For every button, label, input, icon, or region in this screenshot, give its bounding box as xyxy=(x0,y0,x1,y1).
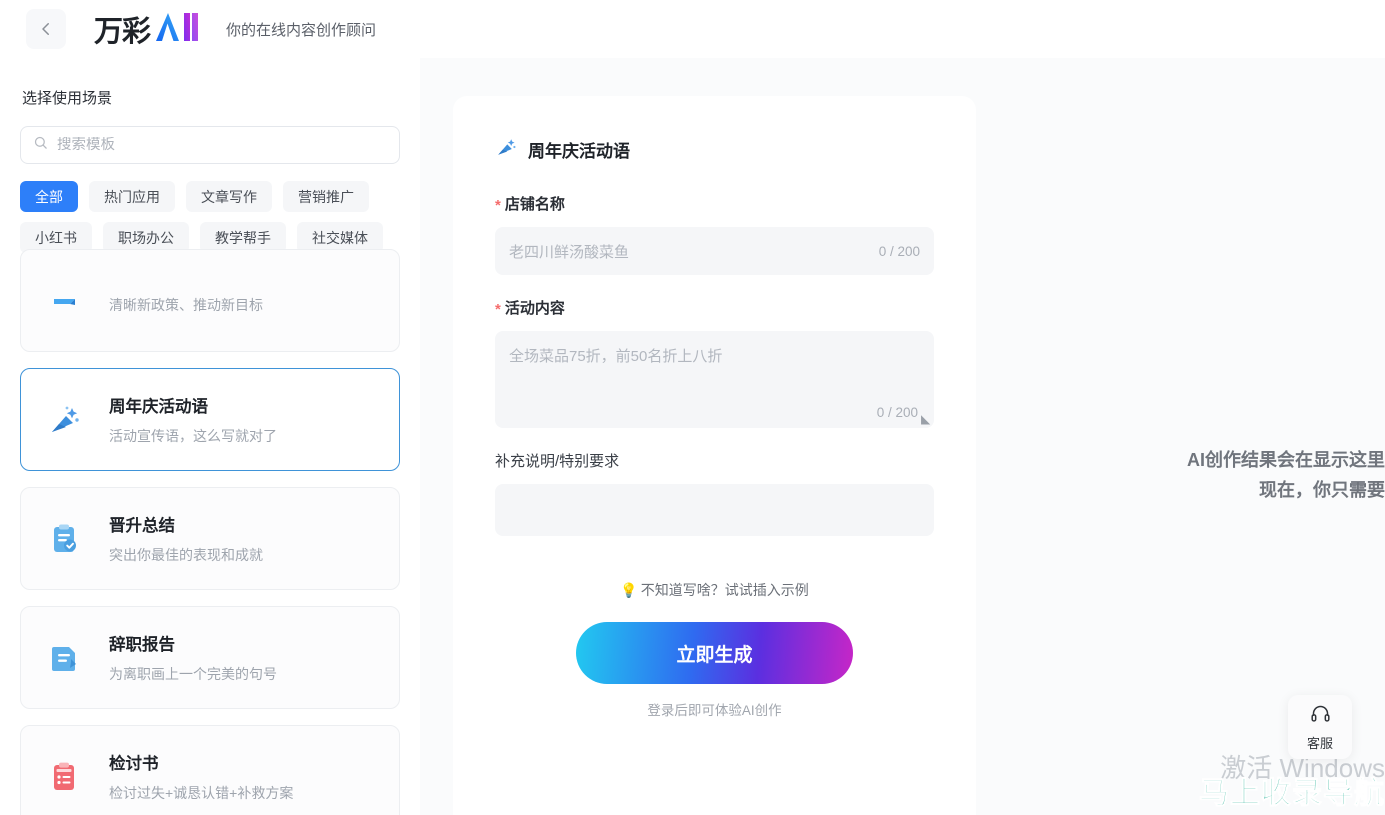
template-name: 辞职报告 xyxy=(109,636,175,654)
customer-service-label: 客服 xyxy=(1306,735,1333,751)
char-counter: 0 / 200 xyxy=(876,405,918,420)
login-notice: 登录后即可体验AI创作 xyxy=(647,703,782,718)
char-counter: 0 / 200 xyxy=(878,243,920,259)
category-tag-hot[interactable]: 热门应用 xyxy=(89,181,175,212)
resize-handle-icon[interactable]: ◢ xyxy=(921,412,930,426)
field-label-row: 补充说明/特别要求 xyxy=(495,450,934,471)
sidebar-title: 选择使用场景 xyxy=(22,90,113,107)
checklist-red-icon xyxy=(45,758,83,796)
search-box[interactable] xyxy=(20,126,400,164)
field-label-text: 补充说明/特别要求 xyxy=(495,453,620,470)
headset-icon xyxy=(1310,703,1331,729)
search-input[interactable] xyxy=(57,137,387,153)
template-name: 周年庆活动语 xyxy=(109,398,208,416)
template-item-promotion-summary[interactable]: 晋升总结 突出你最佳的表现和成就 xyxy=(20,487,400,590)
app-header: 万彩 你的在线内容创作顾问 xyxy=(0,0,1385,58)
textarea-placeholder: 全场菜品75折，前50名折上八折 xyxy=(509,348,723,365)
banner-icon xyxy=(45,282,83,320)
field-label-row: * 活动内容 xyxy=(495,297,934,318)
field-label-text: 活动内容 xyxy=(504,300,565,317)
field-extra-notes: 补充说明/特别要求 xyxy=(495,450,934,536)
main-content: 周年庆活动语 * 店铺名称 老四川鲜汤酸菜鱼 0 / 200 * 活动内容 全场… xyxy=(420,58,1385,815)
insert-example-hint[interactable]: 💡 不知道写啥？试试插入示例 xyxy=(495,580,934,600)
document-pen-icon xyxy=(45,639,83,677)
category-tag-all[interactable]: 全部 xyxy=(20,181,78,212)
app-root: 万彩 你的在线内容创作顾问 选择使用场景 搜索模板 全部 热门应用 文章写作 营… xyxy=(0,0,1385,815)
brand-logo[interactable]: 万彩 xyxy=(94,8,204,50)
template-desc: 活动宣传语，这么写就对了 xyxy=(109,428,277,444)
field-label-text: 店铺名称 xyxy=(504,196,565,213)
template-desc: 检讨过失+诚恳认错+补救方案 xyxy=(109,785,294,801)
category-tag-marketing[interactable]: 营销推广 xyxy=(283,181,369,212)
ai-logo-mark-icon xyxy=(154,10,204,49)
result-heading: AI创作结果会在显示这里 现在，你只需要 xyxy=(1010,445,1385,505)
result-heading-line1: AI创作结果会在显示这里 xyxy=(1187,450,1385,470)
shop-name-input[interactable]: 老四川鲜汤酸菜鱼 0 / 200 xyxy=(495,227,934,275)
party-popper-icon xyxy=(45,401,83,439)
template-item-self-criticism[interactable]: 检讨书 检讨过失+诚恳认错+补救方案 xyxy=(20,725,400,815)
clipboard-check-icon xyxy=(45,520,83,558)
template-desc: 为离职画上一个完美的句号 xyxy=(109,666,277,682)
field-label-row: * 店铺名称 xyxy=(495,193,934,214)
field-activity-content: * 活动内容 全场菜品75折，前50名折上八折 0 / 200 ◢ xyxy=(495,297,934,428)
required-asterisk: * xyxy=(495,197,501,214)
generate-button[interactable]: 立即生成 xyxy=(576,622,853,684)
form-title: 周年庆活动语 xyxy=(528,142,630,161)
field-shop-name: * 店铺名称 老四川鲜汤酸菜鱼 0 / 200 xyxy=(495,193,934,275)
template-name: 晋升总结 xyxy=(109,517,175,535)
input-placeholder: 老四川鲜汤酸菜鱼 xyxy=(509,243,630,261)
template-item-resignation[interactable]: 辞职报告 为离职画上一个完美的句号 xyxy=(20,606,400,709)
brand-name: 万彩 xyxy=(94,16,151,48)
extra-notes-textarea[interactable] xyxy=(495,484,934,536)
template-desc: 清晰新政策、推动新目标 xyxy=(109,297,263,313)
activity-content-textarea[interactable]: 全场菜品75折，前50名折上八折 0 / 200 ◢ xyxy=(495,331,934,428)
lightbulb-icon: 💡 xyxy=(620,581,638,598)
party-popper-icon xyxy=(495,136,517,163)
sidebar: 选择使用场景 全部 热门应用 文章写作 营销推广 小红书 职场办公 教学帮手 社… xyxy=(0,58,420,815)
result-heading-line2: 现在，你只需要 xyxy=(1259,480,1385,500)
generation-form-card: 周年庆活动语 * 店铺名称 老四川鲜汤酸菜鱼 0 / 200 * 活动内容 全场… xyxy=(453,96,976,815)
required-asterisk: * xyxy=(495,301,501,318)
search-icon xyxy=(33,135,48,155)
back-button[interactable] xyxy=(26,9,66,49)
form-header: 周年庆活动语 xyxy=(495,136,934,163)
template-item-policy[interactable]: 清晰新政策、推动新目标 xyxy=(20,249,400,352)
template-list: 清晰新政策、推动新目标 周年庆活动语 活动宣传语，这么写就对了 晋升总结 突出你… xyxy=(20,249,400,815)
hint-text: 不知道写啥？试试插入示例 xyxy=(640,582,809,598)
chevron-left-icon xyxy=(37,20,55,38)
template-item-anniversary[interactable]: 周年庆活动语 活动宣传语，这么写就对了 xyxy=(20,368,400,471)
category-tag-article[interactable]: 文章写作 xyxy=(186,181,272,212)
customer-service-button[interactable]: 客服 xyxy=(1288,695,1352,759)
header-tagline: 你的在线内容创作顾问 xyxy=(226,21,377,39)
template-desc: 突出你最佳的表现和成就 xyxy=(109,547,263,563)
template-name: 检讨书 xyxy=(109,755,159,773)
